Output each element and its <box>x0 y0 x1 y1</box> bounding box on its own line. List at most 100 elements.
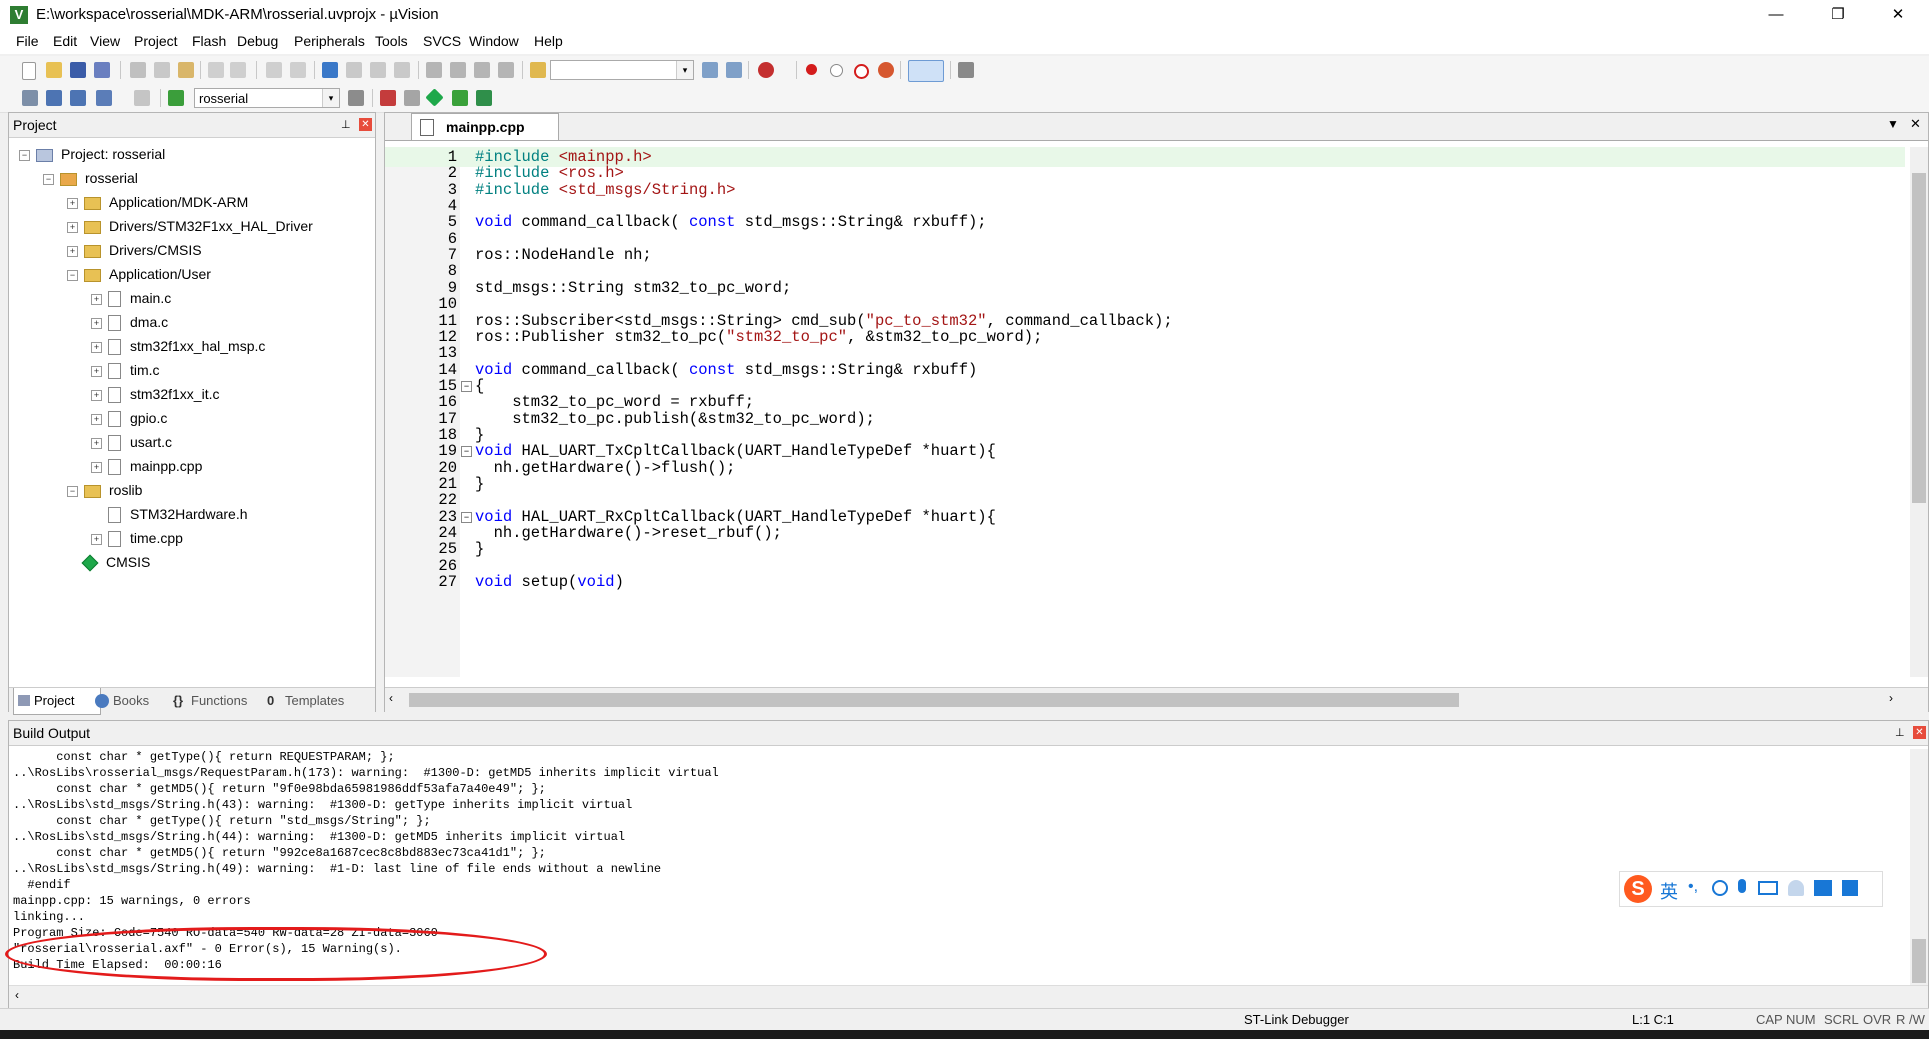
minimize-button[interactable]: — <box>1756 4 1796 26</box>
tree-item[interactable]: + tim.c <box>91 359 160 381</box>
emoji-icon[interactable] <box>1712 880 1728 896</box>
keyboard-icon[interactable] <box>1758 881 1778 895</box>
fold-collapse-icon[interactable]: − <box>461 511 472 523</box>
tree-item[interactable]: + stm32f1xx_hal_msp.c <box>91 335 265 357</box>
save-all-icon[interactable] <box>94 62 110 78</box>
window-layout-icon[interactable] <box>908 60 944 82</box>
navigate-forward-icon[interactable] <box>290 62 306 78</box>
cut-icon[interactable] <box>130 62 146 78</box>
expand-icon[interactable]: + <box>91 389 102 401</box>
expand-icon[interactable]: + <box>91 365 102 377</box>
disable-breakpoints-icon[interactable] <box>854 64 869 79</box>
find-in-files-icon[interactable] <box>530 62 546 78</box>
tab-dropdown-icon[interactable]: ▼ <box>1887 117 1899 131</box>
tree-item[interactable]: − Project: rosserial <box>19 143 165 165</box>
chevron-down-icon[interactable]: ▾ <box>322 89 339 107</box>
find-combo[interactable]: ▾ <box>550 60 694 80</box>
expand-icon[interactable]: + <box>67 245 78 257</box>
navigate-back-icon[interactable] <box>266 62 282 78</box>
menu-debug[interactable]: Debug <box>237 33 278 49</box>
scroll-right-icon[interactable]: › <box>1889 691 1893 705</box>
tree-item[interactable]: STM32Hardware.h <box>91 503 248 525</box>
expand-icon[interactable]: + <box>91 533 102 545</box>
tree-item[interactable]: − Application/User <box>67 263 211 285</box>
close-button[interactable]: ✕ <box>1878 4 1918 26</box>
ime-language-label[interactable]: 英 <box>1660 878 1678 904</box>
tree-item[interactable]: + Drivers/STM32F1xx_HAL_Driver <box>67 215 313 237</box>
insert-breakpoint-icon[interactable] <box>806 64 817 75</box>
build-horizontal-scrollbar[interactable]: ‹ <box>9 985 1928 1008</box>
fold-collapse-icon[interactable]: − <box>461 446 472 458</box>
editor-scroll-thumb[interactable] <box>1912 173 1926 503</box>
editor-horizontal-scrollbar[interactable]: ‹ › <box>385 687 1928 712</box>
tab-project[interactable]: Project <box>13 688 101 715</box>
editor-vertical-scrollbar[interactable] <box>1910 147 1928 677</box>
expand-icon[interactable]: + <box>91 317 102 329</box>
clear-bookmarks-icon[interactable] <box>394 62 410 78</box>
menu-peripherals[interactable]: Peripherals <box>294 33 365 49</box>
expand-icon[interactable]: + <box>91 341 102 353</box>
download-icon[interactable] <box>168 90 184 106</box>
tree-item[interactable]: + main.c <box>91 287 171 309</box>
menu-edit[interactable]: Edit <box>53 33 77 49</box>
collapse-icon[interactable]: − <box>67 269 78 281</box>
chevron-down-icon[interactable]: ▾ <box>676 61 693 79</box>
expand-icon[interactable]: + <box>67 221 78 233</box>
scroll-left-icon[interactable]: ‹ <box>389 691 393 705</box>
next-bookmark-icon[interactable] <box>370 62 386 78</box>
tree-item[interactable]: + Application/MDK-ARM <box>67 191 248 213</box>
configure-icon[interactable] <box>958 62 974 78</box>
toolbox-icon[interactable] <box>1842 880 1858 896</box>
save-icon[interactable] <box>70 62 86 78</box>
build-vertical-scrollbar[interactable] <box>1910 749 1928 985</box>
manage-rte-icon[interactable] <box>425 88 444 107</box>
unindent-icon[interactable] <box>450 62 466 78</box>
paste-icon[interactable] <box>178 62 194 78</box>
undo-icon[interactable] <box>208 62 224 78</box>
select-packs-icon[interactable] <box>452 90 468 106</box>
file-extensions-icon[interactable] <box>404 90 420 106</box>
pack-installer-icon[interactable] <box>476 90 492 106</box>
find-icon[interactable] <box>702 62 718 78</box>
tree-item[interactable]: + usart.c <box>91 431 172 453</box>
collapse-icon[interactable]: − <box>67 485 78 497</box>
expand-icon[interactable]: + <box>67 197 78 209</box>
tree-item[interactable]: + Drivers/CMSIS <box>67 239 202 261</box>
build-scroll-thumb[interactable] <box>1912 939 1926 983</box>
tree-item[interactable]: + gpio.c <box>91 407 167 429</box>
stop-build-icon[interactable] <box>134 90 150 106</box>
tree-item[interactable]: + dma.c <box>91 311 168 333</box>
collapse-icon[interactable]: − <box>19 149 30 161</box>
open-file-icon[interactable] <box>46 62 62 78</box>
pin-icon[interactable]: ⊥ <box>1895 721 1905 745</box>
new-file-icon[interactable] <box>22 62 36 80</box>
expand-icon[interactable]: + <box>91 413 102 425</box>
indent-icon[interactable] <box>426 62 442 78</box>
uncomment-icon[interactable] <box>498 62 514 78</box>
maximize-button[interactable]: ❐ <box>1818 4 1858 26</box>
copy-icon[interactable] <box>154 62 170 78</box>
expand-icon[interactable]: + <box>91 437 102 449</box>
skin-icon[interactable] <box>1814 880 1832 896</box>
expand-icon[interactable]: + <box>91 293 102 305</box>
tab-mainpp-cpp[interactable]: mainpp.cpp <box>411 113 559 140</box>
menu-tools[interactable]: Tools <box>375 33 408 49</box>
microphone-icon[interactable] <box>1738 879 1746 893</box>
kill-breakpoints-icon[interactable] <box>878 62 894 78</box>
editor-hscroll-thumb[interactable] <box>409 693 1459 707</box>
tree-item[interactable]: CMSIS <box>67 551 150 573</box>
fold-collapse-icon[interactable]: − <box>461 380 472 392</box>
menu-file[interactable]: File <box>16 33 39 49</box>
tree-item[interactable]: + mainpp.cpp <box>91 455 202 477</box>
manage-project-items-icon[interactable] <box>380 90 396 106</box>
tab-books[interactable]: Books <box>93 688 149 714</box>
target-select[interactable]: rosserial ▾ <box>194 88 340 108</box>
tree-item[interactable]: − roslib <box>67 479 142 501</box>
translate-icon[interactable] <box>22 90 38 106</box>
target-options-icon[interactable] <box>348 90 364 106</box>
build-icon[interactable] <box>46 90 62 106</box>
code-line[interactable]: 27 void setup(void) <box>385 572 1905 592</box>
start-debug-icon[interactable] <box>758 62 774 78</box>
incremental-find-icon[interactable] <box>726 62 742 78</box>
menu-window[interactable]: Window <box>469 33 519 49</box>
